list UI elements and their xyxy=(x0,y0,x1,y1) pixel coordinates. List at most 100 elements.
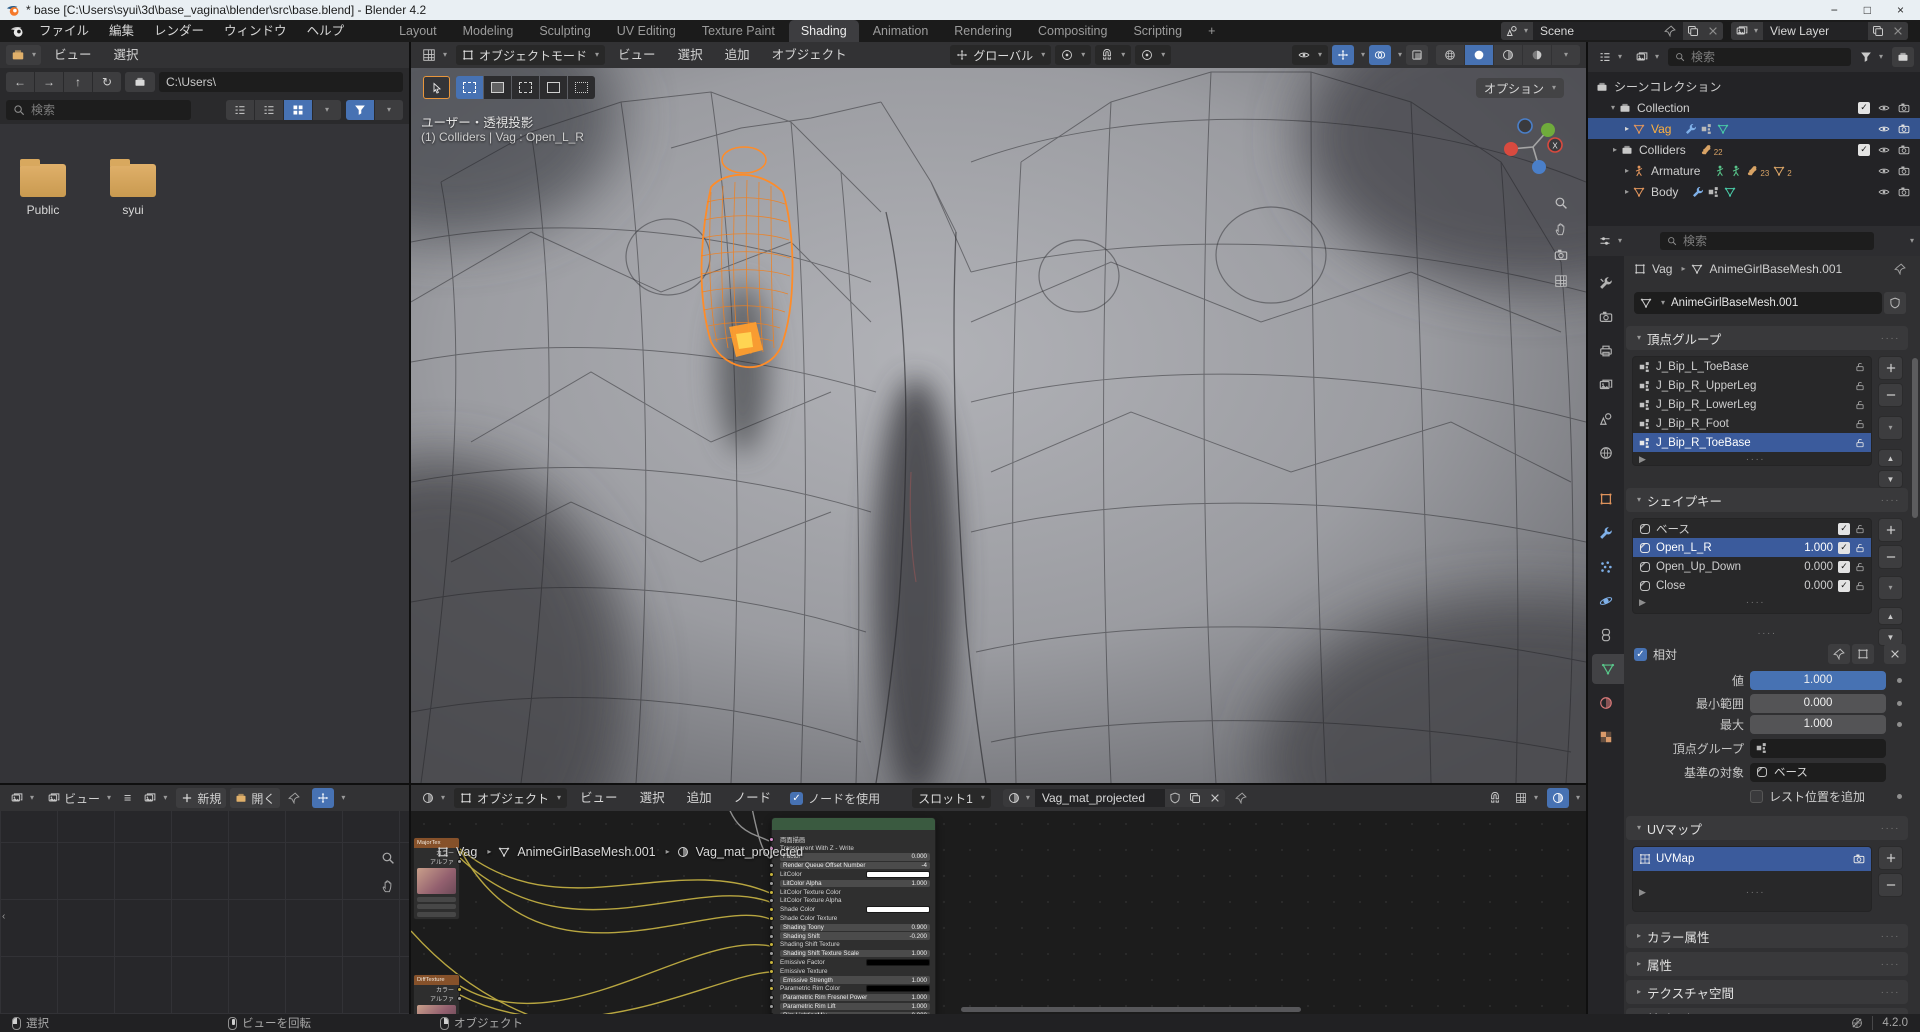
lock-open-icon[interactable] xyxy=(1855,381,1865,391)
camera-icon[interactable] xyxy=(1898,102,1910,114)
menu-file[interactable]: ファイル xyxy=(30,20,98,42)
pin-icon[interactable] xyxy=(288,792,300,804)
vertex-group-field[interactable] xyxy=(1750,739,1886,758)
camera-icon[interactable] xyxy=(1898,165,1910,177)
node-slider[interactable]: Rim LightingMix0.000 xyxy=(780,1012,930,1014)
vertex-groups-panel-header[interactable]: ▾頂点グループ ···· xyxy=(1626,326,1908,350)
lock-open-icon[interactable] xyxy=(1855,581,1865,591)
tab-object[interactable] xyxy=(1588,484,1624,514)
menu-edit[interactable]: 編集 xyxy=(100,20,143,42)
shader-menu-add[interactable]: 追加 xyxy=(678,787,721,809)
socket[interactable] xyxy=(769,863,774,868)
camera-icon[interactable] xyxy=(1898,186,1910,198)
file-item-syui[interactable]: syui xyxy=(98,164,168,217)
tab-render[interactable] xyxy=(1588,302,1624,332)
snap-toggle[interactable]: ▾ xyxy=(1095,45,1131,65)
socket[interactable] xyxy=(769,1004,774,1009)
image-display-dropdown[interactable]: ビュー▾ xyxy=(43,788,116,808)
gizmo-axis-x-neg[interactable] xyxy=(1504,142,1518,156)
shader-menu-view[interactable]: ビュー xyxy=(571,787,627,809)
tab-texture[interactable] xyxy=(1588,722,1624,752)
close-icon[interactable] xyxy=(1892,25,1904,37)
add-workspace-button[interactable]: + xyxy=(1196,20,1227,42)
tab-rendering[interactable]: Rendering xyxy=(942,20,1024,42)
socket[interactable] xyxy=(769,960,774,965)
camera-icon[interactable] xyxy=(1898,144,1910,156)
socket[interactable] xyxy=(769,934,774,939)
vertex-group-row[interactable]: J_Bip_L_ToeBase xyxy=(1633,357,1871,376)
tab-view-layer[interactable] xyxy=(1588,370,1624,400)
new-folder-button[interactable] xyxy=(125,72,155,92)
node-slider[interactable]: Parametric Rim Lift1.000 xyxy=(780,1003,930,1010)
viewport-menu-add[interactable]: 追加 xyxy=(716,44,759,66)
breadcrumb-object[interactable]: Vag xyxy=(1652,262,1672,276)
navigation-gizmo[interactable]: X xyxy=(1498,112,1568,182)
display-horizontal-list-button[interactable] xyxy=(255,100,283,120)
move-vertex-group-up-button[interactable]: ▲ xyxy=(1878,449,1903,467)
menu-window[interactable]: ウィンドウ xyxy=(215,20,296,42)
shader-node-canvas[interactable]: MajorTex カラー アルファ DiffTexture カラー アルファ 両… xyxy=(411,811,1586,1014)
lock-open-icon[interactable] xyxy=(1855,362,1865,372)
shading-dropdown[interactable]: ▾ xyxy=(1552,45,1580,65)
outliner-row-armature[interactable]: ▸ Armature 23 2 xyxy=(1588,160,1920,181)
nav-up-button[interactable]: ↑ xyxy=(64,72,92,92)
nav-refresh-button[interactable]: ↻ xyxy=(93,72,121,92)
socket[interactable] xyxy=(769,898,774,903)
uv-maps-panel-header[interactable]: ▾UVマップ ···· xyxy=(1626,816,1908,840)
tab-shading[interactable]: Shading xyxy=(789,20,859,42)
editor-type-button[interactable]: ▾ xyxy=(6,45,41,65)
panel-grip[interactable]: ···· xyxy=(1881,959,1900,970)
nav-back-button[interactable]: ← xyxy=(6,72,34,92)
tab-sculpting[interactable]: Sculpting xyxy=(527,20,602,42)
outliner-row-colliders[interactable]: ▸ Colliders 22 ✓ xyxy=(1588,139,1920,160)
remove-shape-key-button[interactable] xyxy=(1878,545,1903,569)
file-menu-select[interactable]: 選択 xyxy=(105,44,148,66)
path-input[interactable] xyxy=(166,75,396,89)
lock-open-icon[interactable] xyxy=(1855,419,1865,429)
filter-settings-dropdown[interactable]: ▾ xyxy=(375,100,403,120)
shader-snap-toggle[interactable] xyxy=(1484,788,1506,808)
image-menu-view[interactable]: ビュー xyxy=(64,790,100,807)
tab-animation[interactable]: Animation xyxy=(861,20,941,42)
tab-texture-paint[interactable]: Texture Paint xyxy=(690,20,787,42)
socket[interactable] xyxy=(769,907,774,912)
add-shape-key-button[interactable] xyxy=(1878,518,1903,542)
socket-alpha[interactable] xyxy=(457,996,462,1001)
properties-scrollbar[interactable] xyxy=(1912,258,1918,1010)
select-box-new-button[interactable] xyxy=(456,76,483,99)
shape-key-specials-button[interactable]: ▾ xyxy=(1878,576,1903,600)
image-new-button[interactable]: 新規 xyxy=(176,788,226,808)
shape-key-mute-checkbox[interactable]: ✓ xyxy=(1838,523,1850,535)
image-gizmo-toggle[interactable] xyxy=(312,788,334,808)
animate-dot[interactable] xyxy=(1897,794,1902,799)
list-filter-expand[interactable]: ▶ xyxy=(1639,454,1646,465)
panel-grip[interactable]: ···· xyxy=(1881,987,1900,998)
camera-icon[interactable] xyxy=(1898,123,1910,135)
scene-selector[interactable]: ▾ Scene xyxy=(1501,22,1723,40)
rest-position-checkbox[interactable]: ✓ xyxy=(1750,790,1763,803)
tab-particles[interactable] xyxy=(1588,552,1624,582)
socket[interactable] xyxy=(769,995,774,1000)
tab-compositing[interactable]: Compositing xyxy=(1026,20,1119,42)
sidebar-toggle-arrow[interactable]: ‹ xyxy=(2,911,5,922)
use-nodes-checkbox[interactable]: ✓ xyxy=(790,792,803,805)
node-slider[interactable]: Render Queue Offset Number-4 xyxy=(780,862,930,869)
tab-scripting[interactable]: Scripting xyxy=(1121,20,1194,42)
relative-checkbox[interactable]: ✓ xyxy=(1634,648,1647,661)
display-thumbnail-button[interactable] xyxy=(284,100,312,120)
select-box-subtract-button[interactable] xyxy=(512,76,539,99)
node-header[interactable] xyxy=(772,818,935,830)
copy-icon[interactable] xyxy=(1189,792,1201,804)
editor-type-button[interactable]: ▾ xyxy=(1594,47,1627,67)
list-filter-expand[interactable]: ▶ xyxy=(1639,887,1646,898)
socket[interactable] xyxy=(769,969,774,974)
close-button[interactable]: × xyxy=(1897,3,1904,17)
eye-icon[interactable] xyxy=(1878,186,1890,198)
shield-icon[interactable] xyxy=(1169,792,1181,804)
zoom-icon[interactable] xyxy=(381,851,395,865)
nav-forward-button[interactable]: → xyxy=(35,72,63,92)
image-open-button[interactable]: 開く xyxy=(230,788,280,808)
overlays-toggle[interactable] xyxy=(1369,45,1391,65)
node-slider[interactable]: Shading Shift Texture Scale1.000 xyxy=(780,950,930,957)
gizmo-toggle[interactable] xyxy=(1332,45,1354,65)
